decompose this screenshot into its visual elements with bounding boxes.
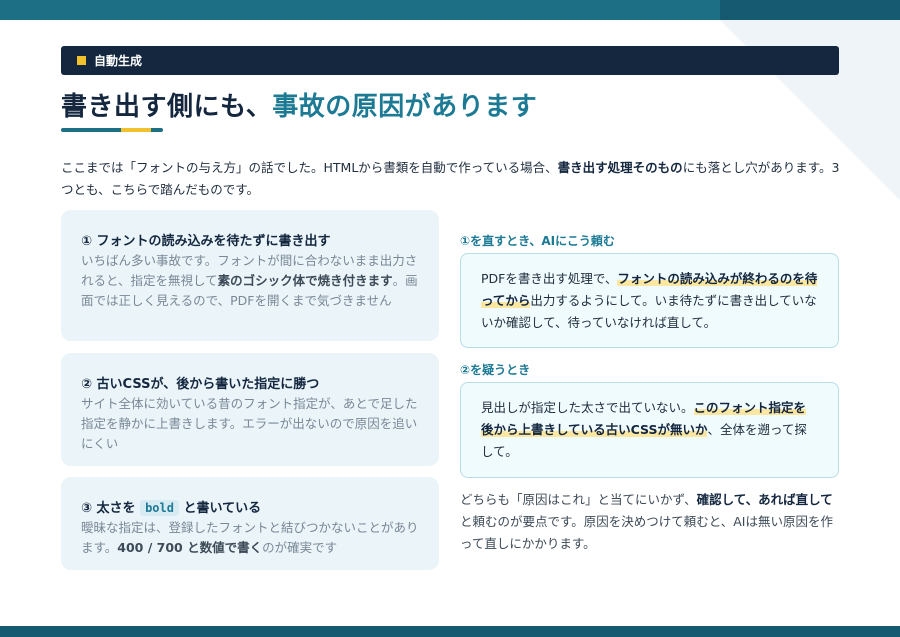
problem-card-3: ③ 太さを bold と書いている 曖昧な指定は、登録したフォントと結びつかない… xyxy=(61,477,439,570)
card-1-body: いちばん多い事故です。フォントが間に合わないまま出力されると、指定を無視して素の… xyxy=(81,251,419,311)
prompt-box-1: PDFを書き出す処理で、フォントの読み込みが終わるのを待ってから出力するようにし… xyxy=(460,253,839,348)
card-3-text-2: のが確実です xyxy=(262,540,338,555)
card-3-title-b: と書いている xyxy=(183,501,262,516)
section-label: 自動生成 xyxy=(94,54,143,68)
top-accent-bar xyxy=(0,0,900,20)
problem-card-1: ① フォントの読み込みを待たずに書き出す いちばん多い事故です。フォントが間に合… xyxy=(61,210,439,341)
intro-paragraph: ここまでは「フォントの与え方」の話でした。HTMLから書類を自動で作っている場合… xyxy=(61,157,841,201)
card-2-body: サイト全体に効いている昔のフォント指定が、あとで足した指定を静かに上書きします。… xyxy=(81,396,418,451)
card-2-title: ② 古いCSSが、後から書いた指定に勝つ xyxy=(81,377,320,392)
card-3-bold: 400 / 700 と数値で書く xyxy=(117,540,263,555)
card-1-title: ① フォントの読み込みを待たずに書き出す xyxy=(81,234,331,249)
summary-bold: 確認して、あれば直して xyxy=(696,492,833,507)
problem-card-2: ② 古いCSSが、後から書いた指定に勝つ サイト全体に効いている昔のフォント指定… xyxy=(61,353,439,466)
summary-text-2: と頼むのが要点です。原因を決めつけて頼むと、AIは無い原因を作って直しにかかりま… xyxy=(460,514,833,551)
intro-text-1: ここまでは「フォントの与え方」の話でした。HTMLから書類を自動で作っている場合… xyxy=(61,160,558,175)
intro-bold: 書き出す処理そのもの xyxy=(557,160,683,175)
title-underline xyxy=(61,128,163,132)
summary-text-1: どちらも「原因はこれ」と当てにいかず、 xyxy=(460,492,697,507)
section-label-bar: 自動生成 xyxy=(61,46,839,75)
page-title-main: 書き出す側にも、 xyxy=(61,92,273,122)
square-bullet-icon xyxy=(77,56,86,65)
prompt-heading-2: ②を疑うとき xyxy=(460,363,531,377)
prompt-2-text-1: 見出しが指定した太さで出ていない。 xyxy=(481,400,694,415)
card-3-body: 曖昧な指定は、登録したフォントと結びつかないことがあります。400 / 700 … xyxy=(81,518,419,558)
bottom-accent-bar xyxy=(0,626,900,637)
prompt-box-2: 見出しが指定した太さで出ていない。このフォント指定を後から上書きしている古いCS… xyxy=(460,382,839,478)
card-3-title-a: ③ 太さを xyxy=(81,501,136,516)
prompt-1-text-2: 出力するようにして。いま待たずに書き出していないか確認して、待っていなければ直し… xyxy=(481,293,817,330)
card-3-title: ③ 太さを bold と書いている xyxy=(81,497,419,516)
card-1-bold: 素のゴシック体で焼き付きます xyxy=(217,273,393,288)
page-title: 書き出す側にも、事故の原因があります xyxy=(61,86,537,123)
prompt-heading-1: ①を直すとき、AIにこう頼む xyxy=(460,234,615,248)
prompt-1-text-1: PDFを書き出す処理で、 xyxy=(481,271,618,286)
page-title-accent: 事故の原因があります xyxy=(272,92,538,122)
summary-paragraph: どちらも「原因はこれ」と当てにいかず、確認して、あれば直してと頼むのが要点です。… xyxy=(460,489,842,555)
card-3-code: bold xyxy=(140,500,179,516)
